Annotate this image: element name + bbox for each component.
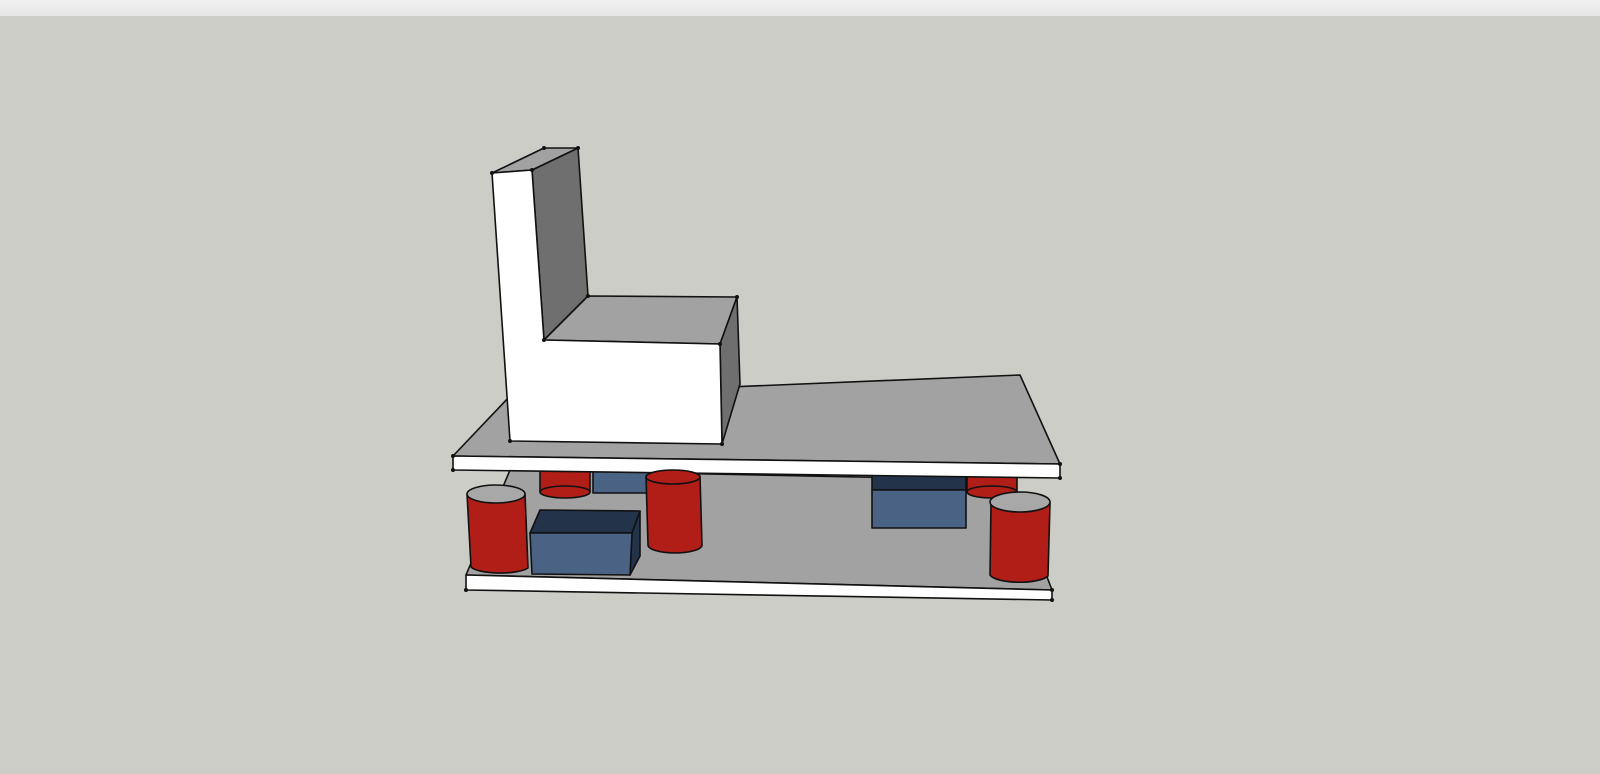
blue-box-back[interactable] xyxy=(592,469,651,494)
blue-box-right[interactable] xyxy=(871,471,967,529)
3d-model-canvas[interactable] xyxy=(0,16,1600,774)
3d-viewport[interactable] xyxy=(0,16,1600,774)
red-cylinder-left-back[interactable] xyxy=(539,469,591,499)
l-shaped-seat-block[interactable] xyxy=(491,147,741,445)
toolbar-strip xyxy=(0,0,1600,17)
red-cylinder-left-front[interactable] xyxy=(466,484,529,574)
blue-box-left[interactable] xyxy=(529,509,641,576)
red-cylinder-middle[interactable] xyxy=(645,469,703,554)
red-cylinder-right-front[interactable] xyxy=(989,491,1051,584)
sketchup-app xyxy=(0,0,1600,774)
